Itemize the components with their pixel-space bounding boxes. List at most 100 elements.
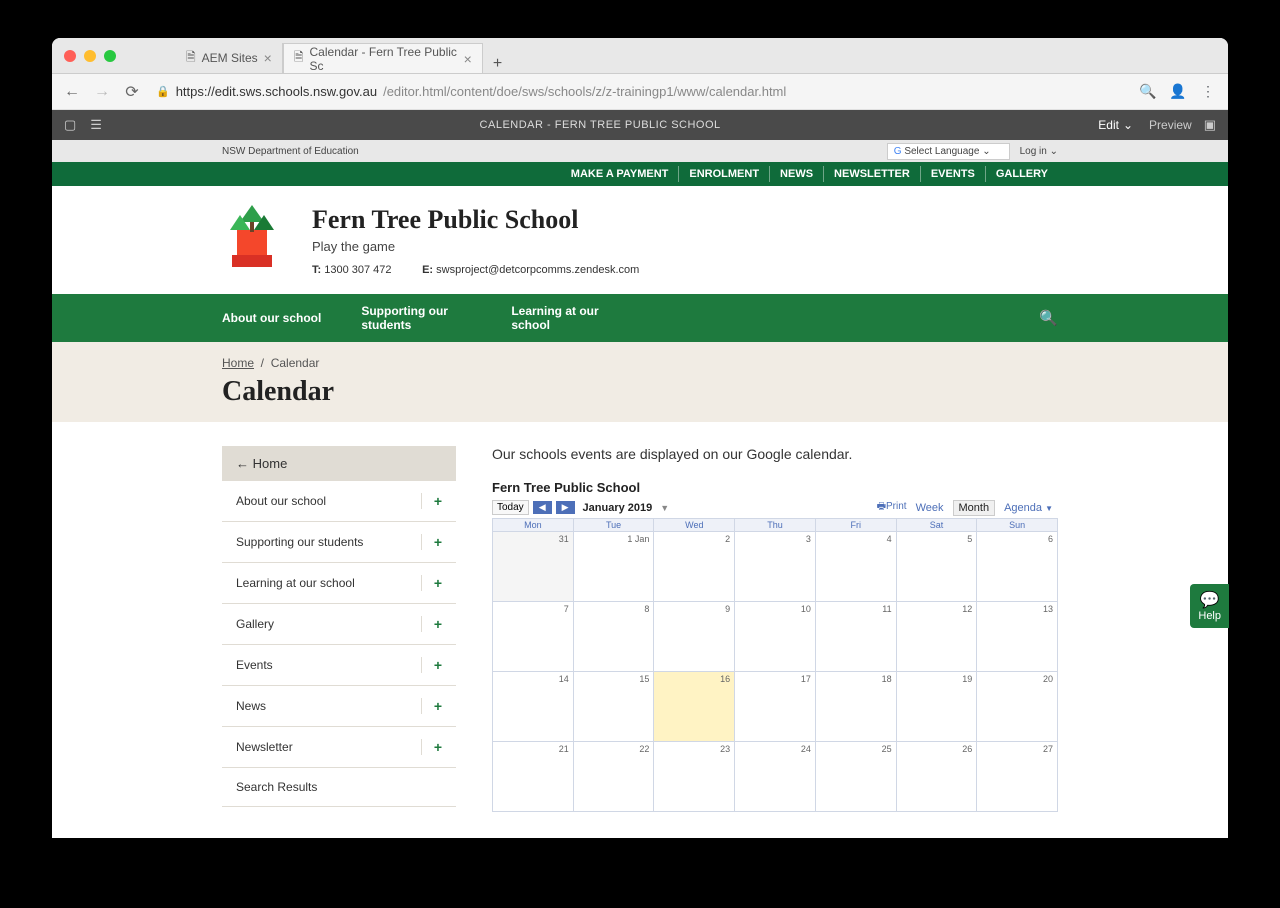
- view-week[interactable]: Week: [911, 501, 949, 515]
- calendar-cell[interactable]: 14: [493, 671, 574, 741]
- page-content[interactable]: NSW Department of Education G Select Lan…: [52, 140, 1228, 838]
- tab-calendar[interactable]: 🗎 Calendar - Fern Tree Public Sc ×: [283, 43, 483, 73]
- calendar-grid: MonTueWedThuFriSatSun 311 Jan23456789101…: [492, 518, 1058, 812]
- phone: 1300 307 472: [324, 264, 391, 276]
- close-window[interactable]: [64, 50, 76, 62]
- calendar-cell[interactable]: 13: [977, 601, 1057, 671]
- calendar-cell[interactable]: 5: [897, 531, 978, 601]
- calendar-cell[interactable]: 1 Jan: [574, 531, 655, 601]
- main-nav: About our school Supporting our students L…: [52, 294, 1228, 342]
- print-button[interactable]: 🖶Print: [877, 499, 907, 516]
- next-month-button[interactable]: ▶: [556, 501, 575, 514]
- expand-icon[interactable]: +: [421, 739, 442, 755]
- panel-icon[interactable]: ▢: [64, 117, 76, 133]
- back-button[interactable]: ←: [62, 83, 82, 101]
- prev-month-button[interactable]: ◀: [533, 501, 552, 514]
- zoom-icon[interactable]: 🔍: [1138, 83, 1158, 100]
- sidenav-item[interactable]: Gallery +: [222, 604, 456, 645]
- calendar-cell[interactable]: 27: [977, 741, 1057, 811]
- expand-icon[interactable]: +: [421, 575, 442, 591]
- menu-icon[interactable]: ⋮: [1198, 83, 1218, 100]
- calendar-cell[interactable]: 26: [897, 741, 978, 811]
- month-dropdown-icon[interactable]: ▼: [660, 503, 669, 513]
- device-icon[interactable]: ▣: [1204, 117, 1216, 133]
- quick-link[interactable]: GALLERY: [986, 166, 1058, 182]
- quick-link[interactable]: NEWS: [770, 166, 824, 182]
- edit-mode-dropdown[interactable]: Edit ⌄: [1098, 118, 1133, 132]
- tab-aem-sites[interactable]: 🗎 AEM Sites ×: [176, 43, 283, 73]
- view-agenda[interactable]: Agenda ▼: [999, 501, 1058, 515]
- day-header: Wed: [654, 519, 735, 531]
- minimize-window[interactable]: [84, 50, 96, 62]
- quick-link[interactable]: EVENTS: [921, 166, 986, 182]
- settings-icon[interactable]: ☰: [90, 117, 102, 133]
- quick-link[interactable]: NEWSLETTER: [824, 166, 921, 182]
- calendar-cell[interactable]: 23: [654, 741, 735, 811]
- calendar-cell[interactable]: 10: [735, 601, 816, 671]
- sidenav-item[interactable]: Newsletter+: [222, 727, 456, 768]
- calendar-cell[interactable]: 8: [574, 601, 655, 671]
- sidenav-label: Events: [236, 658, 273, 672]
- calendar-cell[interactable]: 11: [816, 601, 897, 671]
- today-button[interactable]: Today: [492, 500, 529, 515]
- calendar-cell[interactable]: 20: [977, 671, 1057, 741]
- nav-item[interactable]: About our school: [222, 301, 341, 335]
- login-link[interactable]: Log in ⌄: [1020, 146, 1058, 157]
- lock-icon: 🔒: [156, 85, 170, 98]
- chat-icon: 💬: [1198, 590, 1221, 610]
- nav-item[interactable]: Learning at our school: [511, 294, 641, 342]
- preview-button[interactable]: Preview: [1149, 118, 1192, 132]
- sidenav-item[interactable]: News+: [222, 686, 456, 727]
- calendar-cell[interactable]: 15: [574, 671, 655, 741]
- url-path: /editor.html/content/doe/sws/schools/z/z…: [383, 84, 786, 99]
- search-icon[interactable]: 🔍: [1039, 309, 1058, 327]
- calendar-cell[interactable]: 24: [735, 741, 816, 811]
- calendar-cell[interactable]: 21: [493, 741, 574, 811]
- new-tab-button[interactable]: +: [483, 55, 512, 73]
- calendar-cell[interactable]: 31: [493, 531, 574, 601]
- maximize-window[interactable]: [104, 50, 116, 62]
- calendar-cell[interactable]: 9: [654, 601, 735, 671]
- close-icon[interactable]: ×: [264, 50, 272, 66]
- top-strip: NSW Department of Education G Select Lan…: [52, 140, 1228, 162]
- calendar-cell[interactable]: 17: [735, 671, 816, 741]
- close-icon[interactable]: ×: [464, 51, 472, 67]
- view-month[interactable]: Month: [953, 500, 996, 516]
- sidenav-label: Gallery: [236, 617, 274, 631]
- expand-icon[interactable]: +: [421, 493, 442, 509]
- reload-button[interactable]: ⟳: [122, 82, 142, 102]
- sidenav-item[interactable]: About our school+: [222, 481, 456, 522]
- calendar-cell[interactable]: 18: [816, 671, 897, 741]
- language-selector[interactable]: G Select Language ⌄: [887, 143, 1010, 160]
- calendar-cell[interactable]: 12: [897, 601, 978, 671]
- expand-icon[interactable]: +: [421, 657, 442, 673]
- sidenav-item[interactable]: Search Results: [222, 768, 456, 807]
- calendar-cell[interactable]: 22: [574, 741, 655, 811]
- sidenav-item[interactable]: Supporting our students+: [222, 522, 456, 563]
- sidenav-item[interactable]: Events +: [222, 645, 456, 686]
- address-bar[interactable]: 🔒 https://edit.sws.schools.nsw.gov.au/ed…: [152, 84, 1128, 99]
- profile-icon[interactable]: 👤: [1168, 83, 1188, 100]
- calendar-cell[interactable]: 7: [493, 601, 574, 671]
- expand-icon[interactable]: +: [421, 616, 442, 632]
- nav-item[interactable]: Supporting our students: [361, 294, 491, 342]
- calendar-cell[interactable]: 6: [977, 531, 1057, 601]
- date-number: 18: [882, 674, 892, 684]
- forward-button[interactable]: →: [92, 83, 112, 101]
- expand-icon[interactable]: +: [421, 698, 442, 714]
- day-header: Mon: [493, 519, 574, 531]
- calendar-cell[interactable]: 4: [816, 531, 897, 601]
- calendar-cell[interactable]: 2: [654, 531, 735, 601]
- school-name: Fern Tree Public School: [312, 205, 639, 235]
- calendar-cell[interactable]: 19: [897, 671, 978, 741]
- sidenav-home[interactable]: ← Home: [222, 446, 456, 481]
- sidenav-item[interactable]: Learning at our school+: [222, 563, 456, 604]
- quick-link[interactable]: MAKE A PAYMENT: [561, 166, 680, 182]
- expand-icon[interactable]: +: [421, 534, 442, 550]
- calendar-cell[interactable]: 3: [735, 531, 816, 601]
- calendar-cell[interactable]: 25: [816, 741, 897, 811]
- calendar-cell[interactable]: 16: [654, 671, 735, 741]
- quick-link[interactable]: ENROLMENT: [679, 166, 770, 182]
- breadcrumb-home[interactable]: Home: [222, 356, 254, 370]
- help-tab[interactable]: 💬 Help: [1190, 584, 1229, 628]
